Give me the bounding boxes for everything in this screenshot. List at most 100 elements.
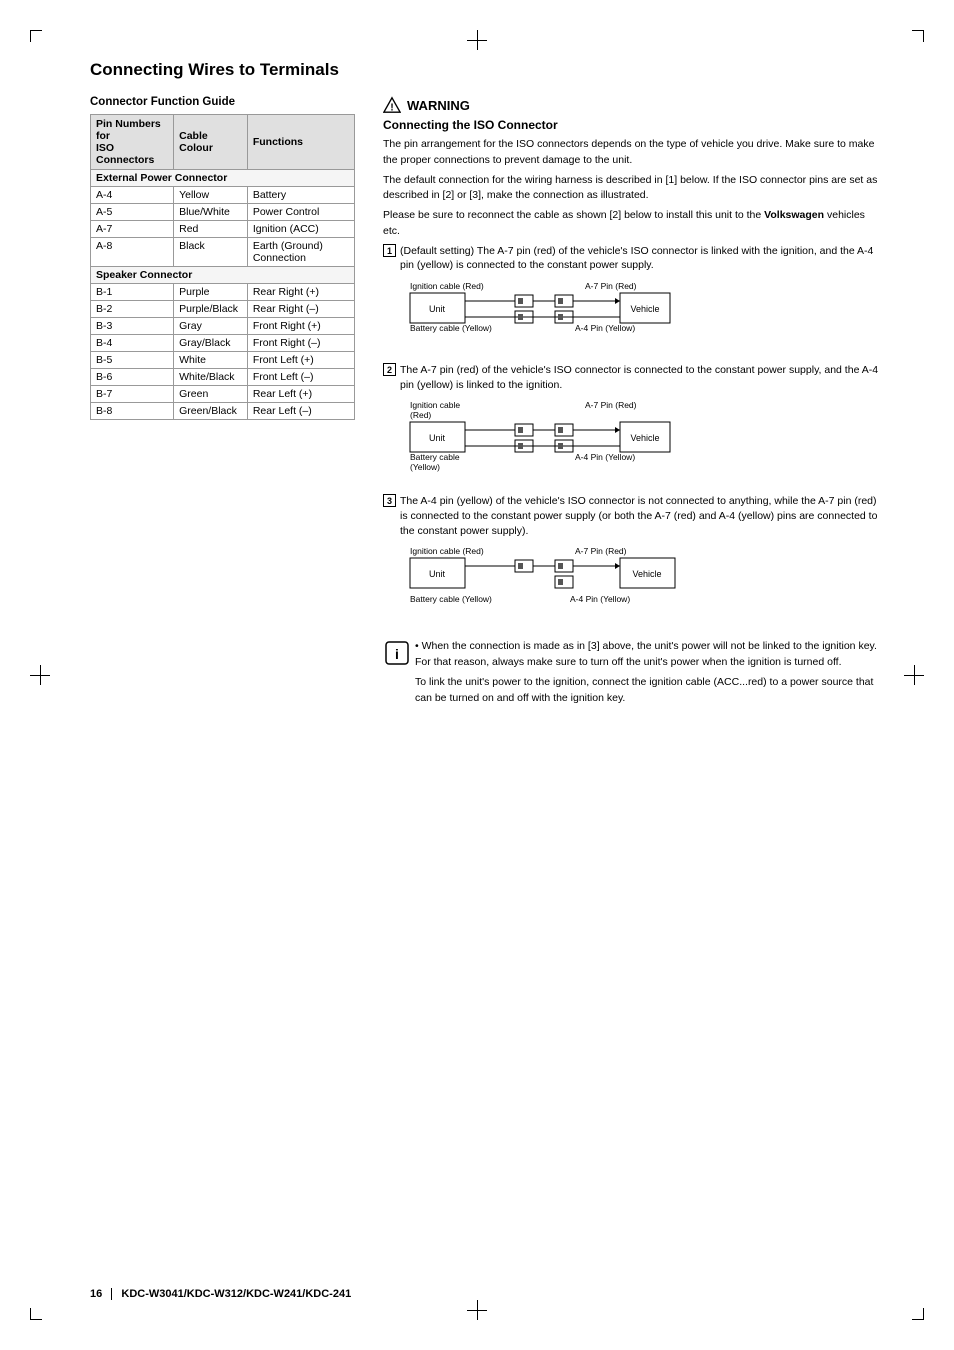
connector-guide-heading: Connector Function Guide [90, 96, 355, 108]
colour-cell: Yellow [174, 187, 248, 204]
crosshair-middle-left [30, 665, 50, 685]
table-row: B-5WhiteFront Left (+) [91, 352, 355, 369]
pin-cell: B-7 [91, 386, 174, 403]
table-row: A-4YellowBattery [91, 187, 355, 204]
function-cell: Earth (Ground) Connection [247, 238, 354, 267]
svg-text:A-7 Pin (Red): A-7 Pin (Red) [575, 546, 627, 556]
svg-text:!: ! [390, 102, 393, 113]
num-badge-1: 1 [383, 244, 396, 257]
svg-text:A-4 Pin (Yellow): A-4 Pin (Yellow) [575, 323, 635, 333]
col-header-functions: Functions [247, 115, 354, 170]
svg-text:Unit: Unit [429, 433, 446, 443]
function-cell: Rear Right (+) [247, 284, 354, 301]
col-header-pin: Pin Numbers forISO Connectors [91, 115, 174, 170]
note-bullet: • When the connection is made as in [3] … [415, 639, 884, 671]
warning-paragraph: Please be sure to reconnect the cable as… [383, 208, 884, 240]
table-row: B-3GrayFront Right (+) [91, 318, 355, 335]
colour-cell: Blue/White [174, 204, 248, 221]
content-columns: Connector Function Guide Pin Numbers for… [90, 96, 884, 710]
table-row: B-8Green/BlackRear Left (–) [91, 403, 355, 420]
svg-text:i: i [395, 646, 399, 662]
numbered-item-text: (Default setting) The A-7 pin (red) of t… [400, 244, 884, 273]
group-name: External Power Connector [91, 170, 355, 187]
svg-text:Ignition cable (Red): Ignition cable (Red) [410, 281, 484, 291]
pin-cell: B-3 [91, 318, 174, 335]
group-name: Speaker Connector [91, 267, 355, 284]
number-badge: 2 [383, 363, 396, 484]
warning-paragraphs: The pin arrangement for the ISO connecto… [383, 137, 884, 240]
pin-cell: B-2 [91, 301, 174, 318]
svg-text:A-4 Pin (Yellow): A-4 Pin (Yellow) [570, 594, 630, 604]
colour-cell: Green/Black [174, 403, 248, 420]
table-row: A-8BlackEarth (Ground) Connection [91, 238, 355, 267]
colour-cell: Green [174, 386, 248, 403]
numbered-item-content: The A-4 pin (yellow) of the vehicle's IS… [400, 494, 884, 625]
svg-text:Unit: Unit [429, 304, 446, 314]
pin-cell: B-1 [91, 284, 174, 301]
note-box: i • When the connection is made as in [3… [383, 639, 884, 710]
svg-text:Unit: Unit [429, 569, 446, 579]
wiring-diagram-2: Ignition cable (Red) A-7 Pin (Red) Unit … [400, 398, 884, 478]
function-cell: Front Right (+) [247, 318, 354, 335]
pin-cell: B-5 [91, 352, 174, 369]
table-row: B-6White/BlackFront Left (–) [91, 369, 355, 386]
colour-cell: Black [174, 238, 248, 267]
table-row: A-5Blue/WhitePower Control [91, 204, 355, 221]
pin-cell: B-4 [91, 335, 174, 352]
note-content: • When the connection is made as in [3] … [415, 639, 884, 710]
warning-triangle-icon: ! [383, 96, 401, 114]
colour-cell: Purple [174, 284, 248, 301]
function-cell: Rear Right (–) [247, 301, 354, 318]
function-cell: Ignition (ACC) [247, 221, 354, 238]
svg-text:(Yellow): (Yellow) [410, 462, 440, 472]
page: Connecting Wires to Terminals Connector … [0, 0, 954, 1350]
table-row: A-7RedIgnition (ACC) [91, 221, 355, 238]
crosshair-bottom [467, 1300, 487, 1320]
numbered-item-content: The A-7 pin (red) of the vehicle's ISO c… [400, 363, 884, 484]
footer-separator [111, 1288, 112, 1300]
footer: 16 KDC-W3041/KDC-W312/KDC-W241/KDC-241 [90, 1288, 351, 1300]
pin-cell: B-8 [91, 403, 174, 420]
function-cell: Front Right (–) [247, 335, 354, 352]
warning-subheading: Connecting the ISO Connector [383, 118, 884, 132]
svg-text:A-7 Pin (Red): A-7 Pin (Red) [585, 400, 637, 410]
corner-mark-br [904, 1300, 924, 1320]
note-bullet: To link the unit's power to the ignition… [415, 675, 884, 707]
svg-text:Battery cable (Yellow): Battery cable (Yellow) [410, 594, 492, 604]
numbered-item-content: (Default setting) The A-7 pin (red) of t… [400, 244, 884, 353]
svg-text:(Red): (Red) [410, 410, 431, 420]
table-row: B-7GreenRear Left (+) [91, 386, 355, 403]
number-badge: 3 [383, 494, 396, 625]
note-icon: i [383, 639, 407, 663]
footer-model-info: KDC-W3041/KDC-W312/KDC-W241/KDC-241 [121, 1288, 351, 1300]
numbered-item-text: The A-7 pin (red) of the vehicle's ISO c… [400, 363, 884, 392]
colour-cell: Red [174, 221, 248, 238]
numbered-items: 1 (Default setting) The A-7 pin (red) of … [383, 244, 884, 626]
corner-mark-bl [30, 1300, 50, 1320]
svg-text:Ignition cable (Red): Ignition cable (Red) [410, 546, 484, 556]
page-title: Connecting Wires to Terminals [90, 60, 884, 80]
function-cell: Rear Left (+) [247, 386, 354, 403]
function-cell: Battery [247, 187, 354, 204]
num-badge-3: 3 [383, 494, 396, 507]
svg-text:Vehicle: Vehicle [630, 433, 659, 443]
colour-cell: White [174, 352, 248, 369]
table-row: B-4Gray/BlackFront Right (–) [91, 335, 355, 352]
numbered-item: 1 (Default setting) The A-7 pin (red) of … [383, 244, 884, 353]
function-cell: Rear Left (–) [247, 403, 354, 420]
svg-text:Ignition cable: Ignition cable [410, 400, 460, 410]
pin-cell: A-4 [91, 187, 174, 204]
corner-mark-tr [904, 30, 924, 50]
table-row: B-2Purple/BlackRear Right (–) [91, 301, 355, 318]
wiring-diagram-1: Ignition cable (Red) A-7 Pin (Red) Unit … [400, 279, 884, 347]
crosshair-middle-right [904, 665, 924, 685]
warning-label: WARNING [407, 98, 470, 113]
connector-table: Pin Numbers forISO Connectors Cable Colo… [90, 114, 355, 420]
svg-text:Battery cable: Battery cable [410, 452, 460, 462]
pin-cell: A-8 [91, 238, 174, 267]
crosshair-top [467, 30, 487, 50]
numbered-item-text: The A-4 pin (yellow) of the vehicle's IS… [400, 494, 884, 538]
wiring-diagram-3: Ignition cable (Red) A-7 Pin (Red) Unit … [400, 544, 884, 619]
warning-header: ! WARNING [383, 96, 884, 114]
colour-cell: White/Black [174, 369, 248, 386]
